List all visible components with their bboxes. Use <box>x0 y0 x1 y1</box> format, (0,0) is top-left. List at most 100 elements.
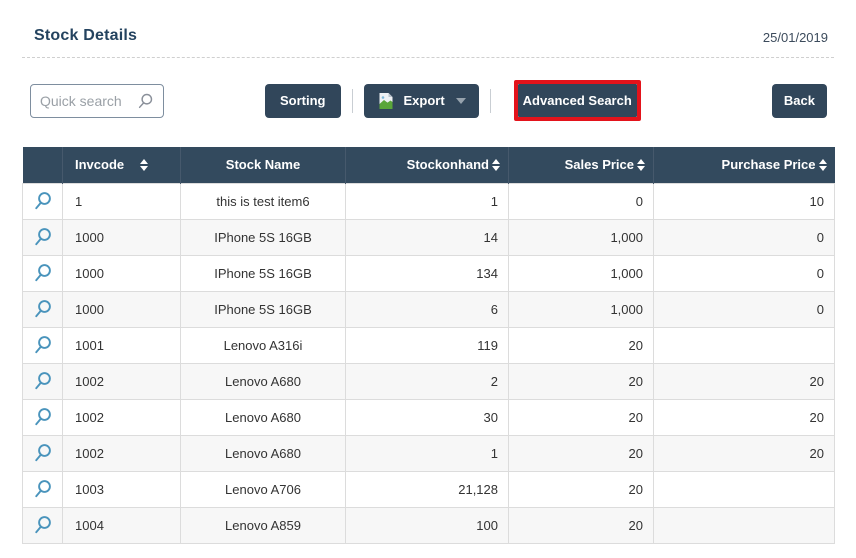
row-view-button[interactable] <box>23 183 63 219</box>
cell-purchase-price: 20 <box>654 399 835 435</box>
date-label: 25/01/2019 <box>763 30 828 45</box>
cell-invcode: 1001 <box>63 327 181 363</box>
cell-stockonhand: 1 <box>346 183 509 219</box>
cell-purchase-price: 10 <box>654 183 835 219</box>
table-row: 1004 Lenovo A859 100 20 <box>23 507 835 543</box>
cell-stock-name: Lenovo A706 <box>181 471 346 507</box>
page-header: Stock Details 25/01/2019 <box>22 0 834 58</box>
table-row: 1001 Lenovo A316i 119 20 <box>23 327 835 363</box>
cell-sales-price: 20 <box>509 399 654 435</box>
cell-purchase-price <box>654 507 835 543</box>
cell-stock-name: Lenovo A316i <box>181 327 346 363</box>
cell-stockonhand: 21,128 <box>346 471 509 507</box>
table-row: 1002 Lenovo A680 2 20 20 <box>23 363 835 399</box>
cell-invcode: 1000 <box>63 219 181 255</box>
toolbar-divider <box>352 89 353 113</box>
cell-sales-price: 20 <box>509 471 654 507</box>
row-view-button[interactable] <box>23 435 63 471</box>
cell-stockonhand: 134 <box>346 255 509 291</box>
cell-sales-price: 20 <box>509 363 654 399</box>
advanced-search-button[interactable]: Advanced Search <box>518 84 637 117</box>
row-view-button[interactable] <box>23 399 63 435</box>
cell-stockonhand: 100 <box>346 507 509 543</box>
cell-sales-price: 1,000 <box>509 219 654 255</box>
red-highlight-annotation: Advanced Search <box>514 80 641 121</box>
table-row: 1003 Lenovo A706 21,128 20 <box>23 471 835 507</box>
cell-stockonhand: 119 <box>346 327 509 363</box>
toolbar-divider <box>490 89 491 113</box>
table-row: 1000 IPhone 5S 16GB 14 1,000 0 <box>23 219 835 255</box>
sort-icon <box>819 159 827 171</box>
cell-purchase-price <box>654 471 835 507</box>
header-invcode[interactable]: Invcode <box>63 147 181 183</box>
caret-down-icon <box>456 98 466 104</box>
header-purchase-price[interactable]: Purchase Price <box>654 147 835 183</box>
toolbar: Sorting Export Advanced Search Back <box>22 80 834 121</box>
cell-stockonhand: 30 <box>346 399 509 435</box>
table-header-row: Invcode Stock Name Stockonhand <box>23 147 835 183</box>
table-row: 1000 IPhone 5S 16GB 134 1,000 0 <box>23 255 835 291</box>
cell-stockonhand: 6 <box>346 291 509 327</box>
cell-stock-name: IPhone 5S 16GB <box>181 219 346 255</box>
cell-stockonhand: 14 <box>346 219 509 255</box>
cell-purchase-price: 0 <box>654 255 835 291</box>
table-row: 1002 Lenovo A680 1 20 20 <box>23 435 835 471</box>
cell-stockonhand: 2 <box>346 363 509 399</box>
header-actions <box>23 147 63 183</box>
quick-search-box <box>30 84 164 118</box>
cell-invcode: 1003 <box>63 471 181 507</box>
cell-stock-name: IPhone 5S 16GB <box>181 255 346 291</box>
cell-stock-name: Lenovo A680 <box>181 435 346 471</box>
cell-stock-name: this is test item6 <box>181 183 346 219</box>
export-label: Export <box>404 93 445 108</box>
cell-sales-price: 1,000 <box>509 291 654 327</box>
header-stockonhand[interactable]: Stockonhand <box>346 147 509 183</box>
table-row: 1000 IPhone 5S 16GB 6 1,000 0 <box>23 291 835 327</box>
cell-sales-price: 20 <box>509 435 654 471</box>
cell-purchase-price <box>654 327 835 363</box>
cell-stockonhand: 1 <box>346 435 509 471</box>
export-file-icon <box>377 92 395 110</box>
row-view-button[interactable] <box>23 471 63 507</box>
cell-sales-price: 20 <box>509 507 654 543</box>
row-view-button[interactable] <box>23 255 63 291</box>
row-view-button[interactable] <box>23 219 63 255</box>
table-body: 1 this is test item6 1 0 10 1000 IPhone … <box>23 183 835 543</box>
row-view-button[interactable] <box>23 507 63 543</box>
row-view-button[interactable] <box>23 327 63 363</box>
cell-purchase-price: 20 <box>654 363 835 399</box>
header-invcode-label: Invcode <box>75 157 124 172</box>
search-icon <box>136 92 154 110</box>
stock-details-page: Stock Details 25/01/2019 Sorting <box>0 0 856 544</box>
cell-invcode: 1 <box>63 183 181 219</box>
export-button[interactable]: Export <box>364 84 479 118</box>
sort-icon <box>637 159 645 171</box>
page-title: Stock Details <box>34 27 137 45</box>
cell-invcode: 1002 <box>63 435 181 471</box>
sorting-button[interactable]: Sorting <box>265 84 341 118</box>
cell-sales-price: 1,000 <box>509 255 654 291</box>
stock-table: Invcode Stock Name Stockonhand <box>22 147 835 544</box>
cell-sales-price: 20 <box>509 327 654 363</box>
cell-invcode: 1002 <box>63 363 181 399</box>
cell-sales-price: 0 <box>509 183 654 219</box>
header-purchase-price-label: Purchase Price <box>722 157 816 172</box>
cell-stock-name: Lenovo A680 <box>181 363 346 399</box>
header-stockonhand-label: Stockonhand <box>407 157 489 172</box>
sort-icon <box>140 159 148 171</box>
sort-icon <box>492 159 500 171</box>
cell-purchase-price: 0 <box>654 219 835 255</box>
cell-purchase-price: 20 <box>654 435 835 471</box>
search-input[interactable] <box>40 93 136 109</box>
back-button[interactable]: Back <box>772 84 827 118</box>
cell-invcode: 1002 <box>63 399 181 435</box>
header-sales-price[interactable]: Sales Price <box>509 147 654 183</box>
row-view-button[interactable] <box>23 363 63 399</box>
cell-stock-name: IPhone 5S 16GB <box>181 291 346 327</box>
cell-stock-name: Lenovo A680 <box>181 399 346 435</box>
cell-invcode: 1000 <box>63 291 181 327</box>
cell-invcode: 1000 <box>63 255 181 291</box>
header-sales-price-label: Sales Price <box>565 157 634 172</box>
header-stock-name-label: Stock Name <box>226 157 300 172</box>
row-view-button[interactable] <box>23 291 63 327</box>
